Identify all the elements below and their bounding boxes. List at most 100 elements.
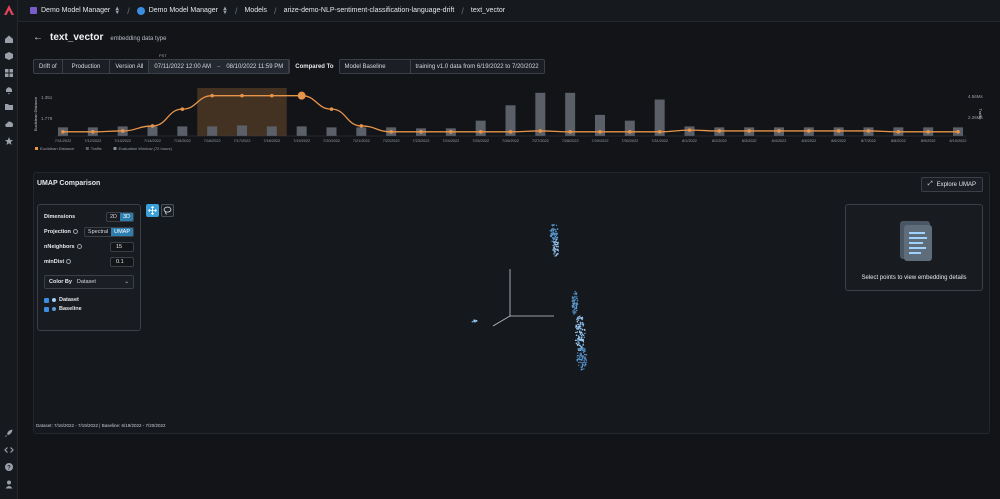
- baseline-point: [551, 234, 553, 236]
- legend-dataset[interactable]: Dataset: [44, 297, 134, 303]
- grid-icon[interactable]: [4, 68, 14, 78]
- info-icon[interactable]: [72, 229, 78, 234]
- baseline-point: [555, 238, 558, 241]
- globe-icon: [136, 6, 145, 15]
- bell-icon[interactable]: [4, 85, 14, 95]
- baseline-select[interactable]: Model Baseline: [340, 60, 411, 73]
- dataset-point: [555, 241, 557, 243]
- dataset-point: [555, 254, 557, 257]
- dataset-point: [575, 326, 577, 328]
- baseline-point: [572, 310, 574, 312]
- x-tick-label: 7/21/2022: [353, 139, 370, 143]
- dataset-point: [581, 339, 583, 342]
- x-tick-label: 8/10/2022: [950, 139, 967, 143]
- distance-point: [240, 93, 244, 98]
- info-icon[interactable]: [76, 244, 82, 249]
- mindist-input[interactable]: 0.1: [110, 256, 134, 267]
- baseline-point: [580, 358, 582, 361]
- baseline-point: [575, 306, 578, 308]
- cube-icon[interactable]: [4, 51, 14, 61]
- dataset-point: [583, 336, 585, 338]
- dataset-point: [581, 317, 584, 319]
- dataset-point: [576, 318, 578, 321]
- legend-baseline[interactable]: Baseline: [44, 306, 134, 312]
- dataset-point: [576, 334, 578, 336]
- explore-umap-button[interactable]: ⤢ Explore UMAP: [920, 177, 983, 192]
- projection-spectral-option[interactable]: Spectral: [85, 228, 111, 236]
- umap-footer: Dataset: 7/16/2022 - 7/19/2022 | Baselin…: [36, 423, 166, 428]
- baseline-point: [578, 356, 581, 358]
- x-tick-label: 7/15/2022: [174, 139, 191, 143]
- version-select[interactable]: Version All: [110, 60, 150, 73]
- space-switcher[interactable]: Demo Model Manager ▲ ▼: [30, 6, 120, 16]
- umap-title: UMAP Comparison: [37, 180, 101, 187]
- checkbox-checked-icon[interactable]: [44, 306, 49, 312]
- baseline-point: [550, 234, 553, 236]
- code-icon[interactable]: [4, 445, 14, 455]
- dataset-point: [557, 245, 559, 248]
- dim-3d-option[interactable]: 3D: [119, 212, 133, 221]
- dataset-point: [553, 253, 555, 255]
- dataset-point: [576, 331, 578, 333]
- baseline-point: [584, 365, 586, 367]
- lasso-tool-button[interactable]: [161, 204, 174, 217]
- breadcrumb-model[interactable]: arize-demo-NLP-sentiment-classification-…: [284, 7, 455, 14]
- drift-chart[interactable]: Euclidean Distance Traffic 1.351 1.779 4.56M…: [33, 80, 983, 155]
- color-by-select[interactable]: Color By Dataset ⌄: [44, 275, 134, 289]
- dataset-point: [554, 248, 556, 250]
- back-arrow-icon[interactable]: ←: [33, 32, 43, 43]
- distance-point: [449, 130, 453, 134]
- start-date: 07/11/2022 12:00 AM: [154, 63, 211, 70]
- date-range-picker[interactable]: 07/11/2022 12:00 AM – 08/10/2022 11:59 P…: [149, 60, 290, 73]
- dataset-point: [578, 339, 581, 341]
- folder-icon[interactable]: [4, 102, 14, 112]
- baseline-point: [556, 236, 559, 239]
- breadcrumb-models[interactable]: Models: [244, 7, 267, 14]
- arize-logo[interactable]: [2, 3, 16, 17]
- dataset-dot: [52, 298, 56, 302]
- dataset-point: [582, 323, 585, 326]
- distance-point: [389, 130, 393, 134]
- compared-to-label: Compared To: [295, 63, 334, 70]
- checkbox-checked-icon[interactable]: [44, 297, 49, 303]
- projection-umap-option[interactable]: UMAP: [111, 227, 133, 236]
- traffic-bar: [266, 126, 277, 136]
- drift-chart-svg[interactable]: Euclidean Distance Traffic 1.351 1.779 4.56M…: [33, 80, 983, 155]
- star-icon[interactable]: [4, 136, 14, 146]
- baseline-point: [553, 232, 555, 234]
- dataset-point: [553, 246, 555, 248]
- umap-controls: Dimensions 2D 3D Projection Spectral UMA…: [37, 204, 141, 331]
- distance-point: [777, 129, 781, 133]
- home-icon[interactable]: [4, 34, 14, 44]
- cloud-icon[interactable]: [4, 119, 14, 129]
- dataset-point: [554, 255, 556, 257]
- dataset-point: [583, 328, 586, 331]
- baseline-point: [584, 363, 587, 365]
- pan-tool-button[interactable]: [146, 204, 159, 217]
- dataset-point: [578, 317, 580, 320]
- breadcrumb-separator: /: [127, 5, 130, 16]
- baseline-point: [571, 305, 573, 307]
- baseline-point: [576, 358, 578, 361]
- baseline-point: [573, 299, 576, 302]
- dataset-point: [582, 343, 585, 345]
- dataset-point: [581, 328, 583, 331]
- info-icon[interactable]: [66, 259, 72, 264]
- help-icon[interactable]: ?: [4, 462, 14, 472]
- dataset-point: [579, 347, 581, 349]
- user-icon[interactable]: [4, 479, 14, 489]
- baseline-point: [574, 310, 576, 313]
- rocket-icon[interactable]: [4, 428, 14, 438]
- baseline-point: [584, 356, 586, 358]
- distance-point: [120, 129, 125, 133]
- baseline-point: [573, 303, 575, 305]
- environment-select[interactable]: Production: [63, 60, 111, 73]
- baseline-point: [551, 224, 553, 226]
- baseline-point: [575, 309, 578, 312]
- baseline-point: [580, 366, 582, 368]
- dataset-point: [579, 344, 581, 347]
- dim-2d-option[interactable]: 2D: [107, 213, 120, 221]
- neighbors-input[interactable]: 15: [110, 241, 134, 252]
- baseline-point: [577, 358, 579, 361]
- org-switcher[interactable]: Demo Model Manager ▲ ▼: [136, 6, 228, 16]
